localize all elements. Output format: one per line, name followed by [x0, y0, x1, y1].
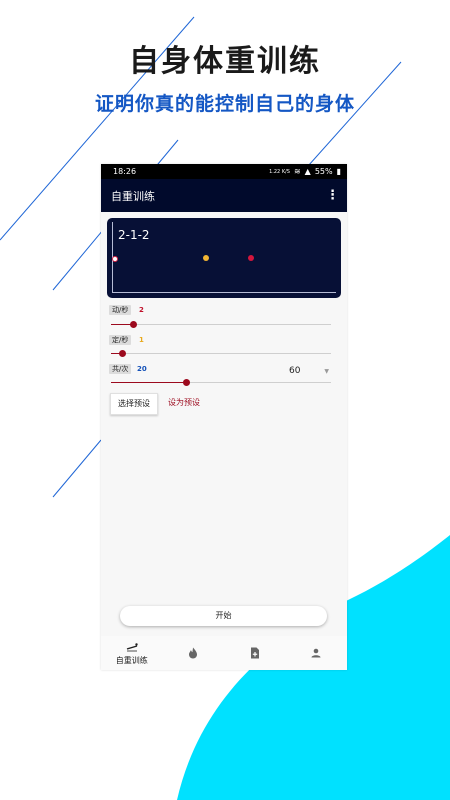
fire-icon — [189, 647, 198, 659]
total-reps-value: 20 — [137, 365, 147, 373]
promo-subtitle: 证明你真的能控制自己的身体 — [94, 93, 355, 115]
person-icon — [311, 648, 321, 658]
status-indicators: 1.22 K/S ≋ ▲ 55% ▮ — [269, 167, 341, 176]
hold-seconds-value: 1 — [139, 336, 144, 344]
x-axis-line — [112, 292, 336, 293]
hold-dot — [203, 255, 209, 261]
nav-item-add-document[interactable] — [224, 636, 286, 670]
status-bar: 18:26 1.22 K/S ≋ ▲ 55% ▮ — [101, 164, 347, 179]
nav-item-bodyweight[interactable]: 自重训练 — [101, 636, 163, 670]
bottom-nav: 自重训练 — [101, 636, 347, 670]
rhythm-pattern: 2-1-2 — [118, 228, 150, 242]
rhythm-display: 2-1-2 — [107, 218, 341, 298]
slider-thumb[interactable] — [130, 321, 137, 328]
status-time: 18:26 — [113, 167, 137, 176]
app-title: 自重训练 — [111, 189, 155, 203]
hold-seconds-label: 定/秒 — [109, 335, 132, 345]
slider-thumb[interactable] — [182, 379, 190, 386]
reps-dropdown-value: 60 — [289, 366, 301, 376]
net-speed: 1.22 K/S — [269, 168, 290, 175]
chevron-down-icon: ▼ — [324, 368, 329, 375]
slider-fill — [111, 382, 186, 383]
pushup-icon — [126, 642, 138, 651]
total-reps-slider[interactable] — [111, 379, 331, 386]
nav-item-profile[interactable] — [286, 636, 348, 670]
promo-title: 自身体重训练 — [129, 44, 321, 79]
slider-thumb[interactable] — [119, 350, 126, 357]
phone-screen: 18:26 1.22 K/S ≋ ▲ 55% ▮ 自重训练 ⋮ 2-1-2 动/… — [101, 164, 347, 670]
select-preset-button[interactable]: 选择预设 — [110, 393, 158, 415]
hold-seconds-slider[interactable] — [111, 350, 331, 357]
move-seconds-value: 2 — [139, 306, 144, 314]
battery-icon: ▮ — [336, 167, 341, 176]
battery-level: 55% — [314, 167, 333, 176]
signal-icon: ▲ — [304, 167, 311, 176]
move-seconds-slider[interactable] — [111, 321, 331, 328]
nav-item-fire[interactable] — [163, 636, 225, 670]
more-vert-icon[interactable]: ⋮ — [326, 188, 339, 203]
wifi-icon: ≋ — [293, 167, 301, 176]
move-seconds-label: 动/秒 — [109, 305, 132, 315]
start-dot — [112, 256, 118, 262]
start-button[interactable]: 开始 — [120, 606, 327, 626]
nav-label: 自重训练 — [115, 655, 148, 665]
total-reps-label: 共/次 — [109, 364, 132, 374]
move-dot — [248, 255, 254, 261]
set-preset-button[interactable]: 设为预设 — [168, 393, 200, 413]
add-document-icon — [250, 647, 259, 659]
reps-dropdown[interactable]: 60 ▼ — [289, 366, 329, 378]
diagonal-line — [52, 439, 102, 498]
app-bar: 自重训练 ⋮ — [101, 179, 347, 212]
